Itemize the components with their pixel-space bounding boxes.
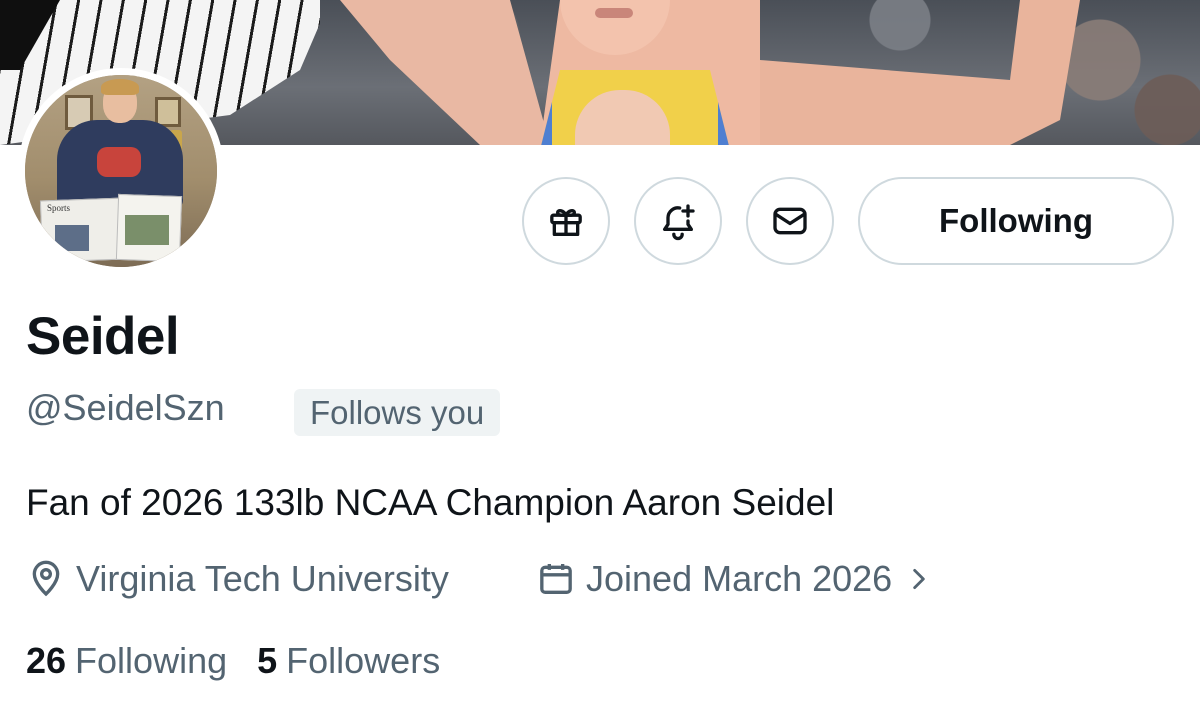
followers-label: Followers	[286, 640, 441, 681]
profile-handle: @SeidelSzn	[26, 387, 225, 428]
follows-you-badge: Follows you	[294, 389, 501, 436]
location-pin-icon	[32, 560, 60, 597]
profile-joined[interactable]: Joined March 2026	[536, 556, 932, 602]
followers-stat[interactable]: 5 Followers	[257, 640, 440, 682]
profile-location: Virginia Tech University	[26, 556, 449, 602]
avatar-hair	[101, 79, 139, 95]
avatar-newspaper-title: Sports	[47, 203, 71, 213]
avatar[interactable]: Sports	[25, 75, 217, 267]
avatar-newspaper-photo	[55, 225, 89, 251]
envelope-icon	[773, 207, 807, 235]
message-button[interactable]	[746, 177, 834, 265]
joined-text: Joined March 2026	[586, 558, 893, 599]
avatar-newspaper-photo	[125, 215, 169, 245]
location-text: Virginia Tech University	[76, 558, 449, 599]
followers-count: 5	[257, 640, 278, 681]
profile-bio: Fan of 2026 133lb NCAA Champion Aaron Se…	[26, 482, 835, 523]
profile-stats: 26 Following 5 Followers	[26, 640, 440, 682]
following-label: Following	[75, 640, 228, 681]
gift-button[interactable]	[522, 177, 610, 265]
following-button[interactable]: Following	[858, 177, 1174, 265]
chevron-right-icon[interactable]	[906, 566, 932, 592]
gift-icon	[550, 209, 582, 236]
bell-plus-icon	[663, 204, 695, 241]
notifications-button[interactable]	[634, 177, 722, 265]
following-stat[interactable]: 26 Following	[26, 640, 227, 682]
avatar-hoodie-logo	[97, 147, 141, 177]
profile-name: Seidel	[26, 307, 180, 366]
following-count: 26	[26, 640, 67, 681]
calendar-icon	[540, 564, 572, 594]
banner-lips	[595, 8, 633, 18]
